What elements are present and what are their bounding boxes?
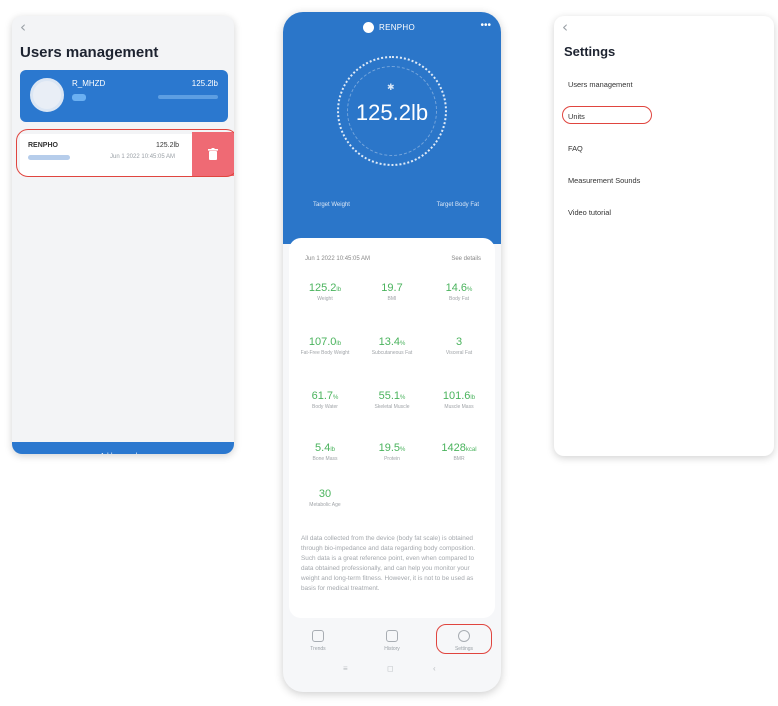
history-icon — [386, 630, 398, 642]
metric-skeletal-muscle[interactable]: 55.1% Skeletal Muscle — [358, 390, 426, 410]
metric-subcutaneous-fat[interactable]: 13.4% Subcutaneous Fat — [358, 336, 426, 356]
user-weight: 125.2lb — [191, 79, 218, 88]
disclaimer-note: All data collected from the device (body… — [301, 535, 476, 592]
highlight-swipe-delete — [16, 129, 234, 177]
settings-item-users-management[interactable]: Users management — [568, 80, 633, 89]
recents-nav-icon[interactable]: ≡ — [343, 664, 348, 673]
metric-fat-free-weight[interactable]: 107.0lb Fat-Free Body Weight — [291, 336, 359, 356]
tab-history[interactable]: History — [367, 630, 417, 652]
settings-item-video-tutorial[interactable]: Video tutorial — [568, 208, 611, 217]
metrics-card: Jun 1 2022 10:45:05 AM See details 125.2… — [289, 238, 495, 618]
main-user-card[interactable]: R_MHZD 125.2lb — [20, 70, 228, 122]
target-weight-link[interactable]: Target Weight — [313, 202, 350, 208]
metric-muscle-mass[interactable]: 101.6lb Muscle Mass — [425, 390, 493, 410]
more-icon[interactable]: ••• — [480, 20, 491, 31]
metric-visceral-fat[interactable]: 3 Visceral Fat — [425, 336, 493, 356]
tutorial-stage: ‹ Users management R_MHZD 125.2lb RENPHO… — [0, 0, 778, 706]
users-management-screen: ‹ Users management R_MHZD 125.2lb RENPHO… — [12, 16, 234, 454]
metric-body-water[interactable]: 61.7% Body Water — [291, 390, 359, 410]
metric-bone-mass[interactable]: 5.4lb Bone Mass — [291, 442, 359, 462]
tab-trends[interactable]: Trends — [293, 630, 343, 652]
brand-name[interactable]: RENPHO — [379, 23, 415, 32]
measurement-date: Jun 1 2022 10:45:05 AM — [305, 256, 371, 262]
back-icon[interactable]: ‹ — [562, 18, 568, 36]
user-name: R_MHZD — [72, 79, 106, 88]
trends-icon — [312, 630, 324, 642]
page-title: Settings — [564, 44, 616, 59]
metric-metabolic-age[interactable]: 30 Metabolic Age — [291, 488, 359, 508]
bluetooth-icon: ✱ — [387, 82, 395, 92]
back-nav-icon[interactable]: ‹ — [433, 664, 436, 673]
add-member-button[interactable]: Add a member — [12, 442, 234, 454]
home-nav-icon[interactable]: ◻ — [387, 664, 394, 673]
metric-protein[interactable]: 19.5% Protein — [358, 442, 426, 462]
weight-value: 125.2lb — [355, 100, 429, 125]
settings-item-faq[interactable]: FAQ — [568, 144, 583, 153]
highlight-settings-tab — [436, 624, 492, 654]
brand-logo-icon — [363, 22, 374, 33]
back-icon[interactable]: ‹ — [20, 18, 26, 36]
system-nav-bar: ≡ ◻ ‹ — [283, 662, 501, 682]
user-badge — [72, 94, 86, 101]
metric-body-fat[interactable]: 14.6% Body Fat — [425, 282, 493, 302]
weight-hero: RENPHO ••• ✱ 125.2lb Target Weight Targe… — [283, 12, 501, 244]
avatar — [30, 78, 64, 112]
target-body-fat-link[interactable]: Target Body Fat — [437, 202, 479, 208]
page-title: Users management — [20, 44, 159, 61]
settings-screen: ‹ Settings Users management Units FAQ Me… — [554, 16, 774, 456]
settings-item-measurement-sounds[interactable]: Measurement Sounds — [568, 176, 640, 185]
user-date-placeholder — [158, 95, 218, 99]
metric-bmi[interactable]: 19.7 BMI — [358, 282, 426, 302]
home-screen: RENPHO ••• ✱ 125.2lb Target Weight Targe… — [283, 12, 501, 692]
metric-weight[interactable]: 125.2lb Weight — [291, 282, 359, 302]
metric-bmr[interactable]: 1428kcal BMR — [425, 442, 493, 462]
see-details-link[interactable]: See details — [451, 256, 481, 262]
highlight-units — [562, 106, 652, 124]
